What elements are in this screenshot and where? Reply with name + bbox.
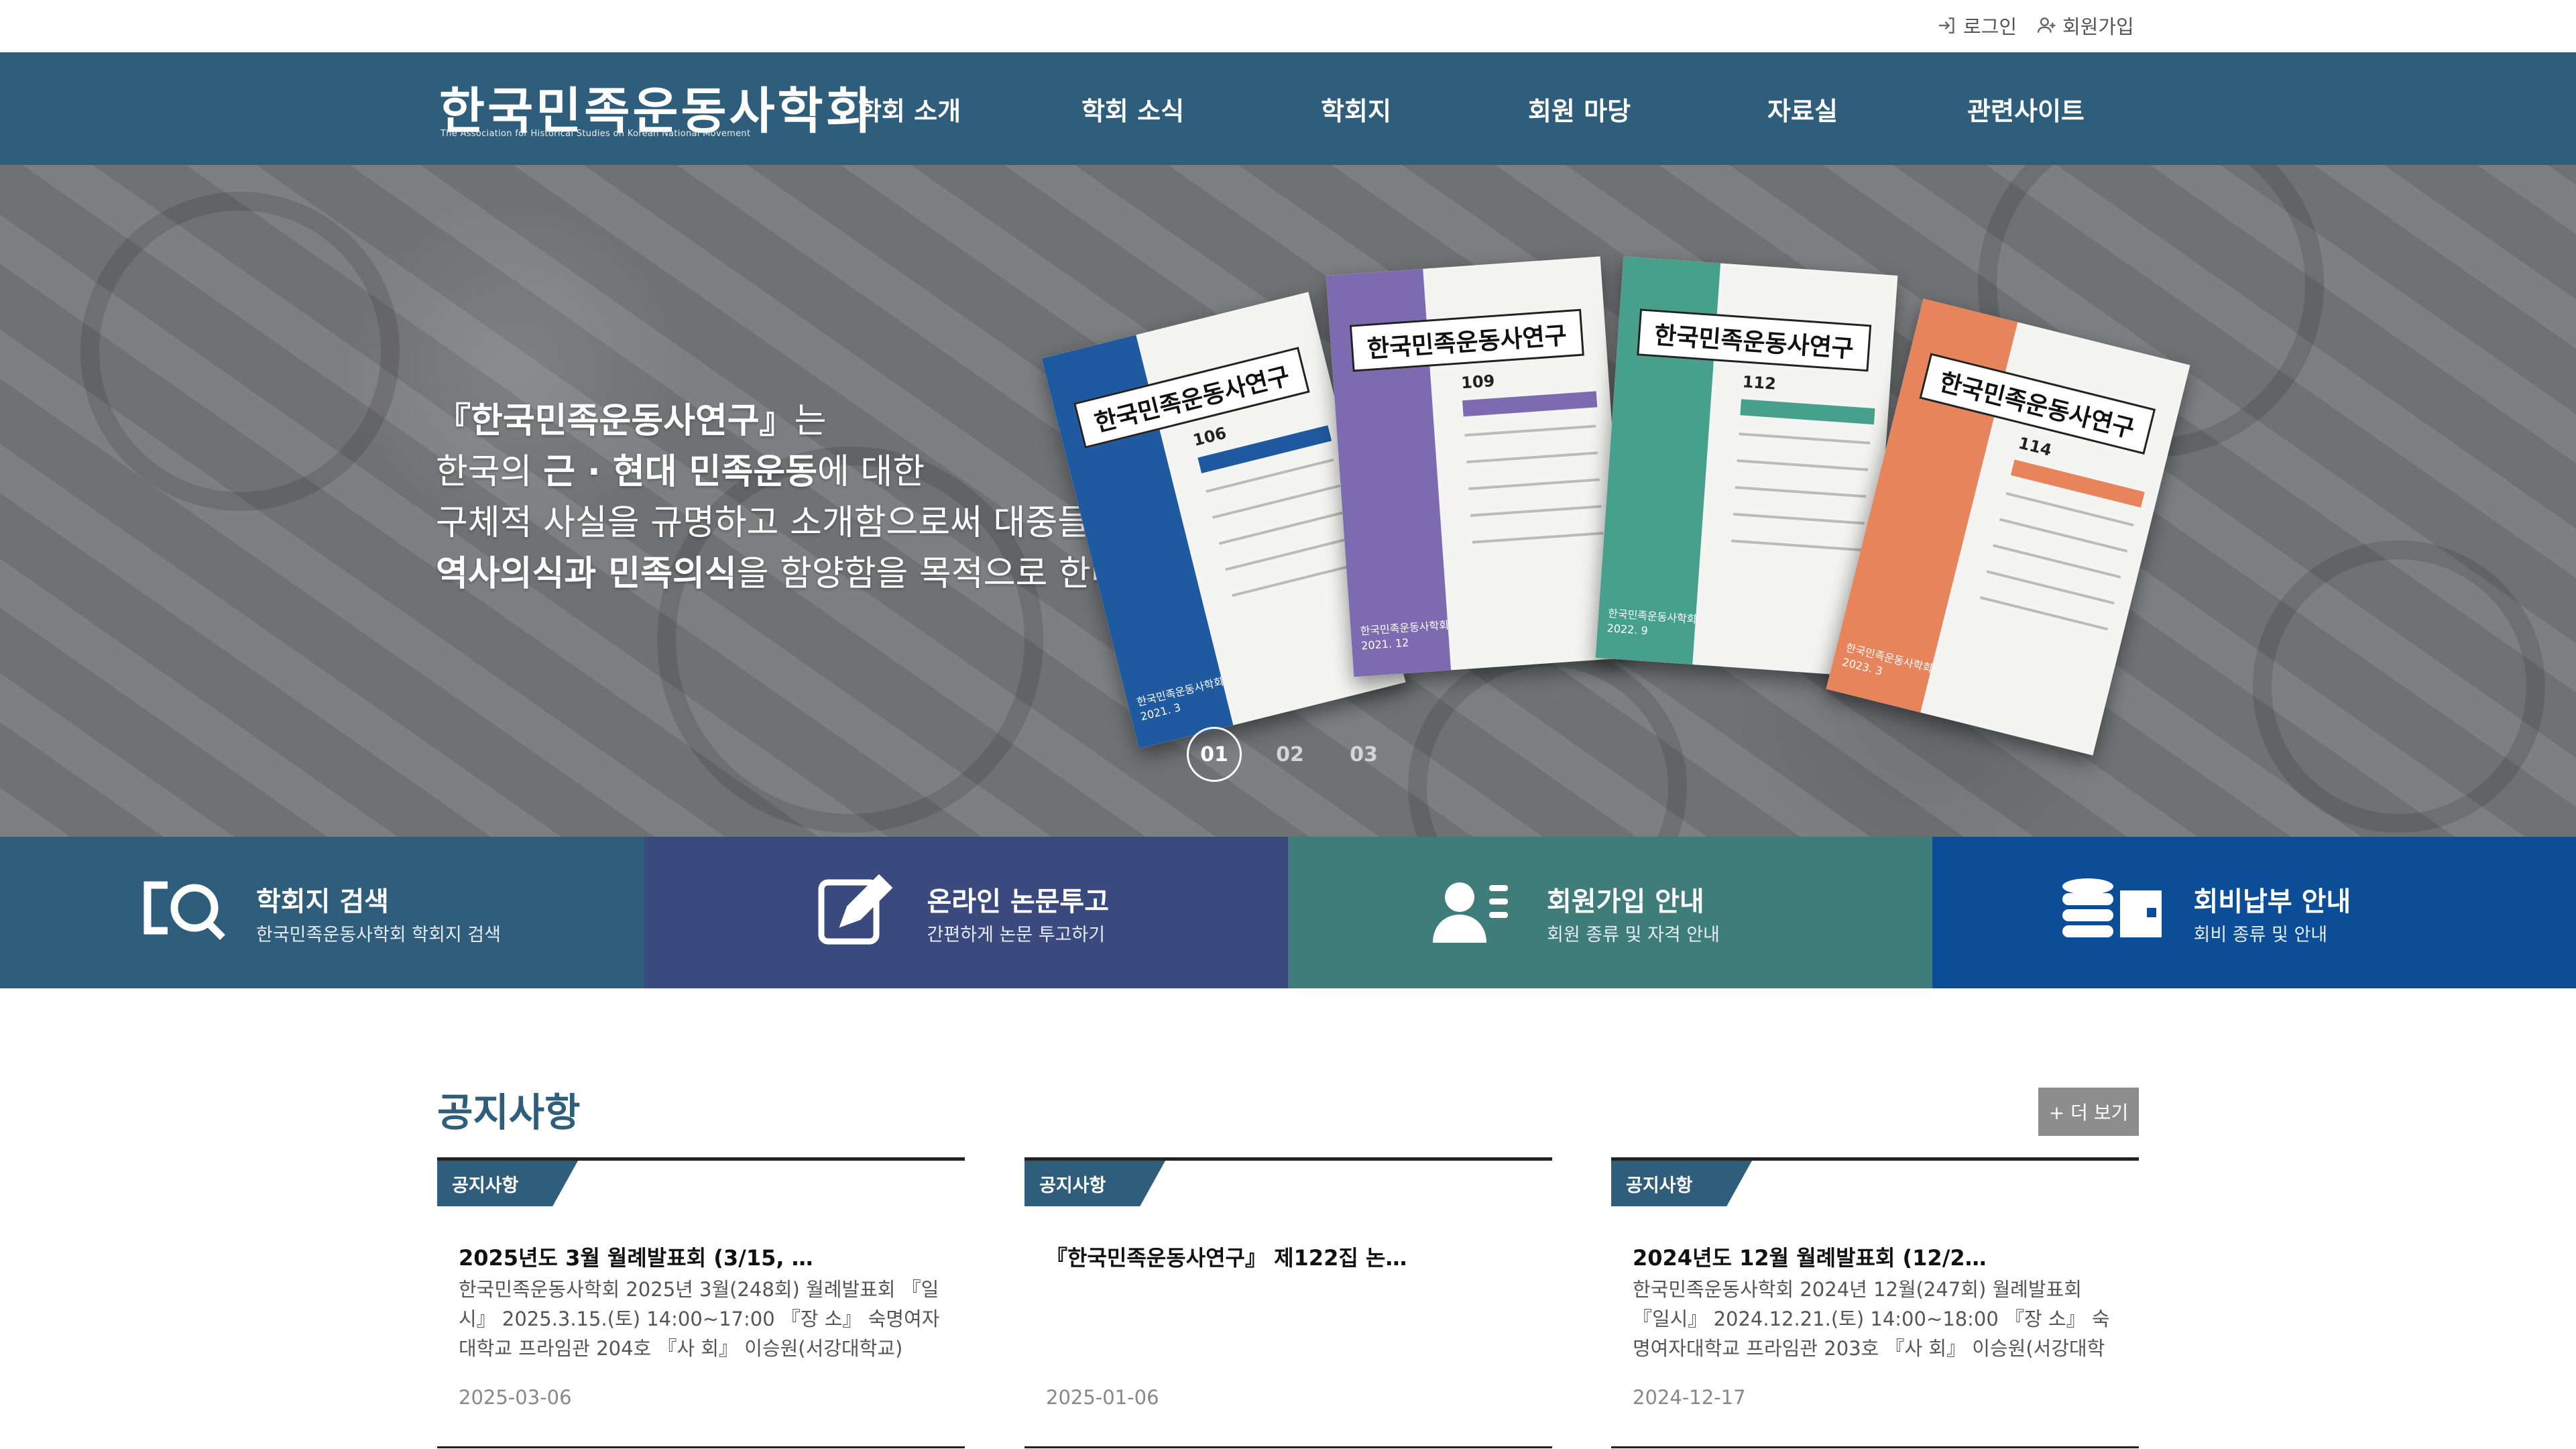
quick-link-subtitle: 간편하게 논문 투고하기 <box>927 925 1106 945</box>
notice-card[interactable]: 공지사항 2025년도 3월 월례발표회 (3/15, … 한국민족운동사학회 … <box>437 1157 965 1448</box>
background-pattern <box>2253 540 2545 833</box>
notice-title: 2025년도 3월 월례발표회 (3/15, … <box>459 1245 813 1271</box>
journal-cover-bar <box>1462 391 1598 417</box>
edit-icon <box>818 874 892 945</box>
notice-tag: 공지사항 <box>1024 1161 1165 1206</box>
notice-card[interactable]: 공지사항 『한국민족운동사연구』 제122집 논… 2025-01-06 <box>1024 1157 1552 1448</box>
journal-cover[interactable]: 한국민족운동사연구 109 한국민족운동사학회 2021. 12 <box>1326 256 1629 677</box>
search-document-icon <box>143 881 225 940</box>
quick-links: 학회지 검색 한국민족운동사학회 학회지 검색 온라인 논문투고 간편하게 논문… <box>0 837 2576 988</box>
quick-link-subtitle: 회원 종류 및 자격 안내 <box>1547 925 1720 945</box>
slide-dot-1[interactable]: 01 <box>1187 727 1242 782</box>
journal-cover-bar <box>1740 399 1875 425</box>
utility-bar: 로그인 회원가입 <box>0 0 2576 52</box>
notice-excerpt: 한국민족운동사학회 2024년 12월(247회) 월례발표회 『일시』 202… <box>1633 1278 2110 1360</box>
quick-link-subtitle: 회비 종류 및 안내 <box>2193 925 2328 945</box>
logo-subtitle: The Association for Historical Studies o… <box>441 129 751 139</box>
menu-item-about[interactable]: 학회 소개 <box>798 52 1021 165</box>
slide-dot-3[interactable]: 03 <box>1338 729 1389 780</box>
journal-name: 『한국민족운동사연구』 <box>436 401 795 441</box>
notice-excerpt <box>1046 1275 1529 1363</box>
quick-link-online-submission[interactable]: 온라인 논문투고 간편하게 논문 투고하기 <box>644 837 1288 988</box>
quick-link-membership[interactable]: 회원가입 안내 회원 종류 및 자격 안내 <box>1288 837 1932 988</box>
menu-item-journal[interactable]: 학회지 <box>1244 52 1468 165</box>
notice-tag: 공지사항 <box>1611 1161 1752 1206</box>
background-pattern <box>1408 648 1687 837</box>
journal-cover-number: 114 <box>2016 433 2054 460</box>
journal-cover-publisher: 한국민족운동사학회 2021. 12 <box>1360 618 1450 652</box>
background-pattern <box>80 192 400 511</box>
login-icon <box>1939 17 1954 34</box>
join-link[interactable]: 회원가입 <box>2036 12 2134 39</box>
user-list-icon <box>1433 882 1508 943</box>
quick-link-subtitle: 한국민족운동사학회 학회지 검색 <box>256 925 501 945</box>
journal-cover-number: 106 <box>1191 423 1228 450</box>
hero-banner: 『한국민족운동사연구』는 한국의 근 · 현대 민족운동에 대한 구체적 사실을… <box>0 165 2576 837</box>
coins-wallet-icon <box>2062 878 2162 937</box>
slide-pagination: 01 02 03 <box>1187 727 1389 782</box>
main-nav: 한국민족운동사학회 The Association for Historical… <box>0 52 2576 165</box>
user-add-icon <box>2037 17 2056 33</box>
notice-tag: 공지사항 <box>437 1161 578 1206</box>
notice-date: 2024-12-17 <box>1633 1386 1746 1409</box>
quick-link-membership-fee[interactable]: 회비납부 안내 회비 종류 및 안내 <box>1932 837 2576 988</box>
site-logo[interactable]: 한국민족운동사학회 The Association for Historical… <box>439 71 872 145</box>
quick-link-title: 학회지 검색 <box>256 886 389 917</box>
menu-item-related-sites[interactable]: 관련사이트 <box>1914 52 2138 165</box>
notices-heading: 공지사항 <box>437 1090 581 1135</box>
hero-text: 『한국민족운동사연구』는 한국의 근 · 현대 민족운동에 대한 구체적 사실을… <box>436 401 1134 594</box>
more-button[interactable]: + 더 보기 <box>2038 1088 2139 1136</box>
menu-item-archive[interactable]: 자료실 <box>1691 52 1914 165</box>
notice-date: 2025-03-06 <box>459 1386 572 1409</box>
quick-link-title: 회비납부 안내 <box>2193 886 2351 917</box>
notice-title: 2024년도 12월 월례발표회 (12/2… <box>1633 1245 1987 1271</box>
quick-link-title: 온라인 논문투고 <box>927 886 1110 917</box>
slide-dot-2[interactable]: 02 <box>1265 729 1315 780</box>
notice-title: 『한국민족운동사연구』 제122집 논… <box>1046 1245 1407 1271</box>
main-menu: 학회 소개 학회 소식 학회지 회원 마당 자료실 관련사이트 <box>798 52 2138 165</box>
journal-cover-publisher: 한국민족운동사학회 2022. 9 <box>1606 607 1698 638</box>
login-label: 로그인 <box>1963 15 2017 38</box>
notice-date: 2025-01-06 <box>1046 1386 1159 1409</box>
menu-item-news[interactable]: 학회 소식 <box>1021 52 1244 165</box>
quick-link-journal-search[interactable]: 학회지 검색 한국민족운동사학회 학회지 검색 <box>0 837 644 988</box>
join-label: 회원가입 <box>2062 15 2134 38</box>
menu-item-members[interactable]: 회원 마당 <box>1468 52 1691 165</box>
quick-link-title: 회원가입 안내 <box>1547 886 1704 917</box>
notice-excerpt: 한국민족운동사학회 2025년 3월(248회) 월례발표회 『일시』 2025… <box>459 1278 940 1360</box>
journal-cover-number: 112 <box>1741 372 1777 394</box>
login-link[interactable]: 로그인 <box>1936 12 2017 39</box>
notice-card[interactable]: 공지사항 2024년도 12월 월례발표회 (12/2… 한국민족운동사학회 2… <box>1611 1157 2139 1448</box>
journal-cover-number: 109 <box>1460 371 1496 393</box>
